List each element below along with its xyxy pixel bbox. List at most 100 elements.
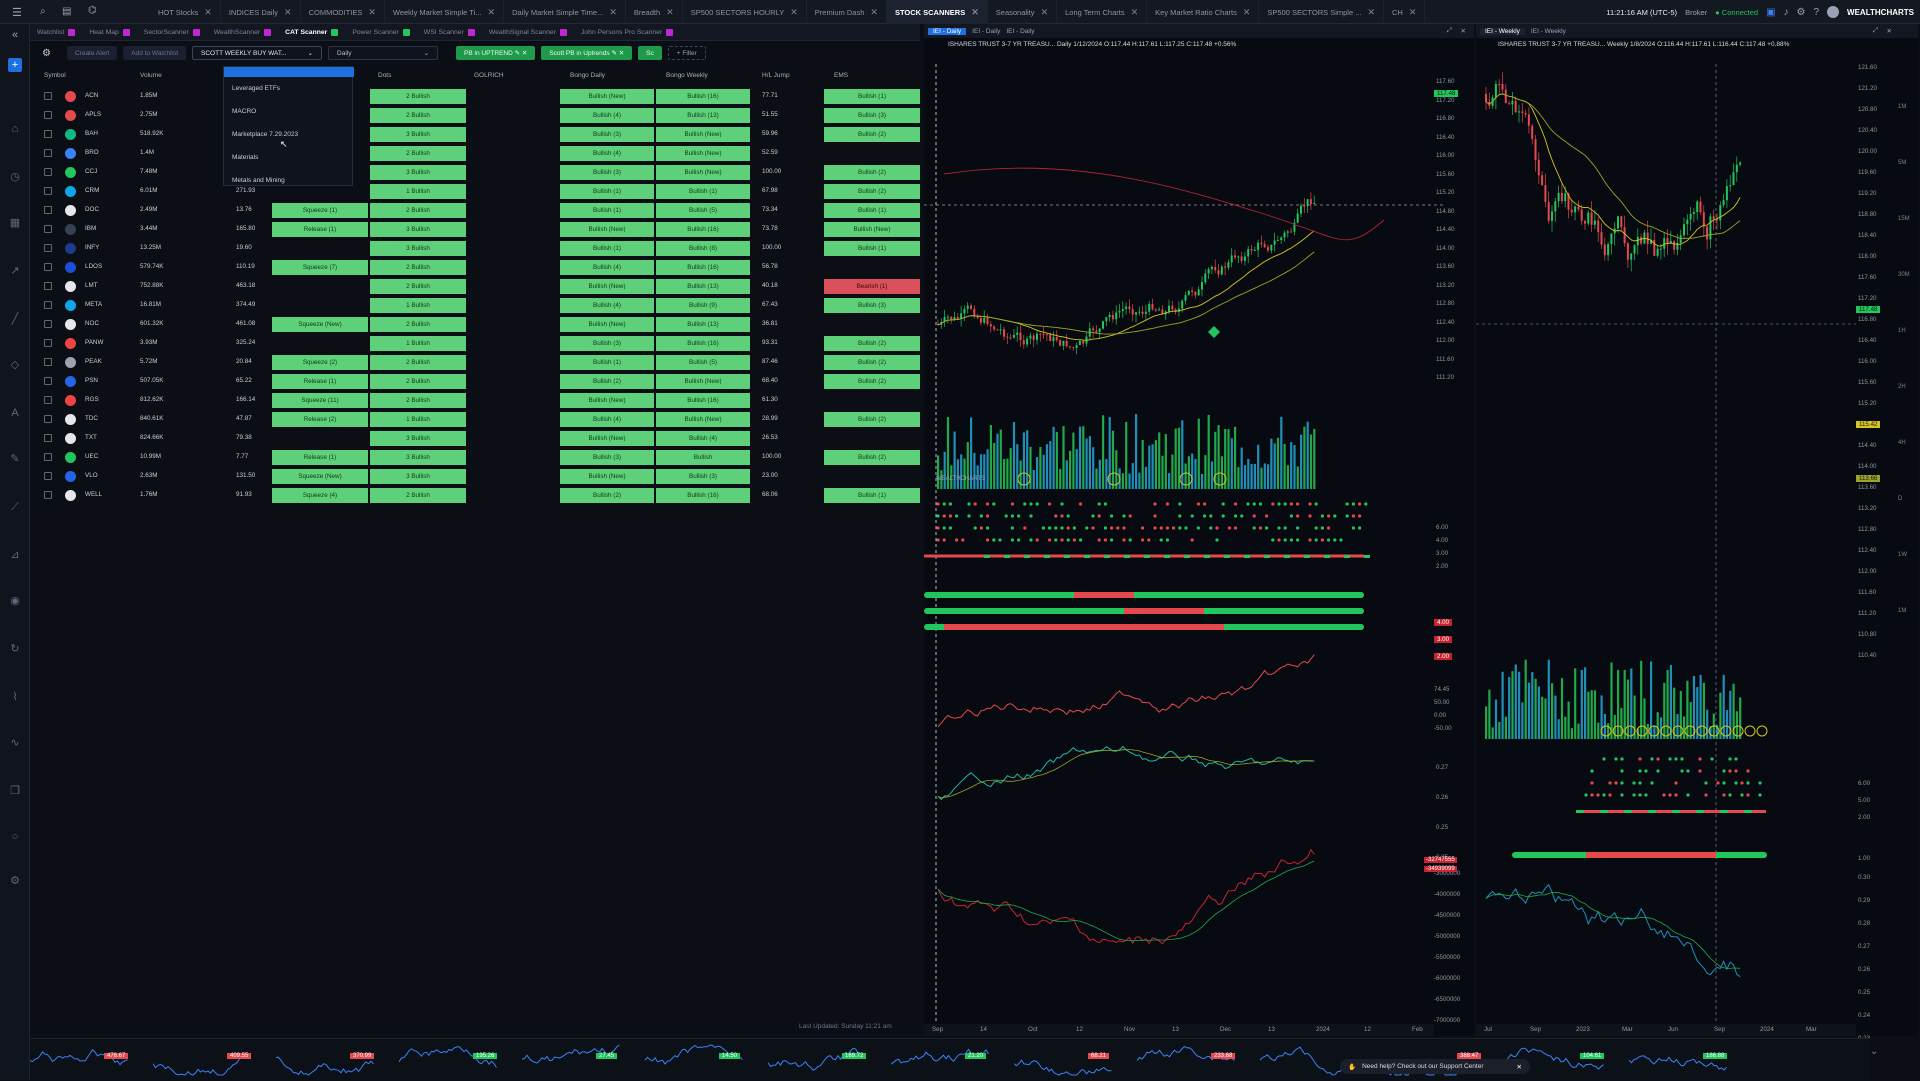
close-tab-icon[interactable]: ✕: [368, 7, 376, 18]
row-checkbox[interactable]: [44, 282, 52, 290]
scanner-tab[interactable]: SectorScanner: [137, 24, 207, 40]
weekly-chart-canvas[interactable]: [1476, 24, 1918, 1036]
symbol-cell[interactable]: PEAK: [85, 358, 102, 365]
row-checkbox[interactable]: [44, 339, 52, 347]
timeframe-button[interactable]: 2H: [1898, 384, 1906, 390]
table-row[interactable]: BAH 518.92K 3 Bullish Bullish (3) Bullish (N…: [30, 125, 920, 144]
table-row[interactable]: BRO 1.4M 2 Bullish Bullish (4) Bullish (New)…: [30, 144, 920, 163]
help-icon[interactable]: ?: [1813, 7, 1819, 18]
menu-icon[interactable]: ☰: [12, 6, 22, 19]
symbol-cell[interactable]: TXT: [85, 434, 97, 441]
menu-item-metals-mining[interactable]: Metals and Mining: [232, 177, 285, 184]
measure-tool-icon[interactable]: ⟋: [8, 500, 22, 514]
symbol-cell[interactable]: ACN: [85, 92, 98, 99]
gear-icon[interactable]: ⚙: [1797, 7, 1806, 18]
menu-item-macro[interactable]: MACRO: [232, 108, 256, 115]
timeframe-button[interactable]: 15M: [1898, 216, 1910, 222]
bell-icon[interactable]: ♪: [1784, 7, 1789, 18]
symbol-cell[interactable]: APLS: [85, 111, 101, 118]
menu-item-marketplace[interactable]: Marketplace 7.29.2023: [232, 131, 298, 138]
workspace-tab[interactable]: Breadth ✕: [626, 0, 683, 24]
close-tab-icon[interactable]: ✕: [1041, 7, 1049, 18]
copy-icon[interactable]: ❐: [8, 784, 22, 798]
timeframe-button[interactable]: 5M: [1898, 160, 1906, 166]
col-bongo-daily[interactable]: Bongo Daily: [570, 72, 605, 79]
table-row[interactable]: META 16.81M 374.49 1 Bullish Bullish (4) Bull…: [30, 296, 920, 315]
table-row[interactable]: LDOS 579.74K 110.19 Squeeze (7) 2 Bullish Bul…: [30, 258, 920, 277]
close-tab-icon[interactable]: ✕: [204, 7, 212, 18]
mini-chart[interactable]: 21.20: [890, 1041, 1011, 1079]
close-tab-icon[interactable]: ✕: [1409, 7, 1417, 18]
mini-chart[interactable]: 169.72: [767, 1041, 888, 1079]
timeframe-button[interactable]: 4H: [1898, 440, 1906, 446]
folder-icon[interactable]: ⌂: [8, 122, 22, 136]
add-watchlist-button[interactable]: Add to Watchlist: [123, 46, 187, 60]
workspace-tab[interactable]: CH ✕: [1384, 0, 1426, 24]
scanner-tab[interactable]: Power Scanner: [345, 24, 416, 40]
trend-icon[interactable]: ↗: [8, 264, 22, 278]
table-row[interactable]: PEAK 5.72M 20.84 Squeeze (2) 2 Bullish Bullis…: [30, 353, 920, 372]
close-tab-icon[interactable]: ✕: [488, 7, 496, 18]
mini-chart[interactable]: 68.21: [1013, 1041, 1134, 1079]
symbol-cell[interactable]: BRO: [85, 149, 99, 156]
symbol-cell[interactable]: VLO: [85, 472, 98, 479]
symbol-cell[interactable]: NOC: [85, 320, 99, 327]
row-checkbox[interactable]: [44, 396, 52, 404]
support-toast[interactable]: ✋ Need help? Check out our Support Cente…: [1340, 1059, 1530, 1074]
col-golrich[interactable]: GOLRICH: [474, 72, 504, 79]
save-icon[interactable]: ▣: [1766, 7, 1775, 18]
table-row[interactable]: TXT 824.66K 79.38 3 Bullish Bullish (New) Bul…: [30, 429, 920, 448]
row-checkbox[interactable]: [44, 92, 52, 100]
broker-label[interactable]: Broker: [1685, 8, 1707, 17]
mini-chart[interactable]: 233.68: [1136, 1041, 1257, 1079]
row-checkbox[interactable]: [44, 301, 52, 309]
table-row[interactable]: INFY 13.25M 19.60 3 Bullish Bullish (1) Bulli…: [30, 239, 920, 258]
mini-chart[interactable]: 409.55: [152, 1041, 273, 1079]
mini-chart[interactable]: 186.88: [1628, 1041, 1749, 1079]
table-row[interactable]: PSN 507.05K 65.22 Release (1) 2 Bullish Bulli…: [30, 372, 920, 391]
symbol-cell[interactable]: BAH: [85, 130, 98, 137]
row-checkbox[interactable]: [44, 206, 52, 214]
symbol-cell[interactable]: WELL: [85, 491, 102, 498]
scanner-tab[interactable]: WealthSignal Scanner: [482, 24, 574, 40]
filter-chip-sc[interactable]: Sc: [638, 46, 662, 60]
row-checkbox[interactable]: [44, 187, 52, 195]
table-row[interactable]: CCJ 7.48M 3 Bullish Bullish (3) Bullish (New…: [30, 163, 920, 182]
symbol-cell[interactable]: PANW: [85, 339, 103, 346]
table-row[interactable]: NOC 601.32K 461.08 Squeeze (New) 2 Bullish Bu…: [30, 315, 920, 334]
scanner-tab[interactable]: Watchlist: [30, 24, 82, 40]
row-checkbox[interactable]: [44, 149, 52, 157]
col-ems[interactable]: EMS: [834, 72, 848, 79]
workspace-tab[interactable]: Key Market Ratio Charts ✕: [1147, 0, 1260, 24]
settings-icon[interactable]: ⚙: [8, 874, 22, 888]
row-checkbox[interactable]: [44, 244, 52, 252]
create-alert-button[interactable]: Create Alert: [66, 46, 118, 60]
col-symbol[interactable]: Symbol: [44, 72, 66, 79]
close-tab-icon[interactable]: ✕: [1243, 7, 1251, 18]
menu-item-materials[interactable]: Materials: [232, 154, 258, 161]
collapse-strip-icon[interactable]: ⌄: [1870, 1046, 1878, 1057]
row-checkbox[interactable]: [44, 491, 52, 499]
brush-tool-icon[interactable]: ✎: [8, 452, 22, 466]
layout-icon[interactable]: ▤: [62, 6, 71, 17]
menu-item-leveraged-etfs[interactable]: Leveraged ETFs: [232, 85, 280, 92]
text-tool-icon[interactable]: A: [8, 406, 22, 420]
close-tab-icon[interactable]: ✕: [666, 7, 674, 18]
shape-tool-icon[interactable]: ◇: [8, 358, 22, 372]
timeframe-button[interactable]: 30M: [1898, 272, 1910, 278]
add-filter-button[interactable]: + Filter: [667, 46, 706, 60]
table-row[interactable]: DOC 2.49M 13.76 Squeeze (1) 2 Bullish Bullish…: [30, 201, 920, 220]
row-checkbox[interactable]: [44, 434, 52, 442]
scanner-tab[interactable]: CAT Scanner: [278, 24, 345, 40]
symbol-cell[interactable]: IBM: [85, 225, 96, 232]
col-bongo-weekly[interactable]: Bongo Weekly: [666, 72, 708, 79]
table-row[interactable]: ACN 1.85M 2 Bullish Bullish (New) Bullish (1…: [30, 87, 920, 106]
table-row[interactable]: IBM 3.44M 165.80 Release (1) 3 Bullish Bullis…: [30, 220, 920, 239]
row-checkbox[interactable]: [44, 415, 52, 423]
avatar[interactable]: [1827, 6, 1840, 18]
close-tab-icon[interactable]: ✕: [971, 7, 979, 18]
symbol-cell[interactable]: LMT: [85, 282, 98, 289]
gear-icon[interactable]: ⚙: [42, 48, 51, 59]
mini-chart[interactable]: 476.67: [29, 1041, 150, 1079]
table-row[interactable]: WELL 1.76M 91.93 Squeeze (4) 2 Bullish Bullis…: [30, 486, 920, 505]
